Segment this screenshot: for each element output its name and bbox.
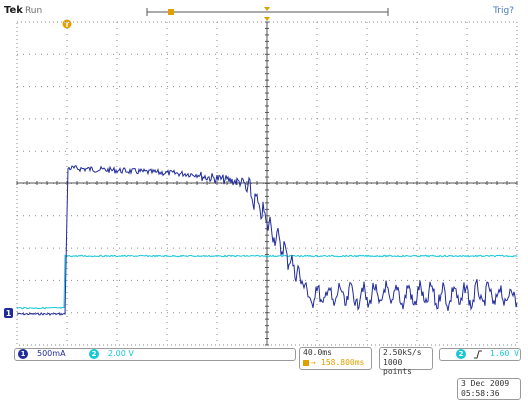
ch1-scale: 500mA [37, 349, 66, 358]
delay-value: 158.800ms [321, 358, 365, 367]
ch2-badge: 2 [89, 349, 99, 359]
delay-arrow-icon: → [311, 358, 316, 367]
record-view-trigger-icon [168, 9, 174, 15]
record-view-bar[interactable] [146, 7, 389, 16]
channel-readout[interactable]: 1 500mA 2 2.00 V [14, 348, 296, 361]
ch1-ground-label: 1 [6, 309, 12, 318]
trigger-level: 1.60 V [490, 349, 519, 358]
time: 05:58:36 [461, 389, 500, 398]
date: 3 Dec 2009 [461, 379, 510, 388]
expansion-point-icon [264, 17, 270, 21]
trigger-readout[interactable]: 2 1.60 V [439, 348, 521, 361]
trigger-source-badge: 2 [456, 349, 466, 359]
timebase-value: 40.0ms [303, 348, 332, 357]
record-length: 1000 points [383, 358, 412, 376]
acquisition-readout[interactable]: 2.50kS/s 1000 points [379, 347, 433, 376]
ch1-ground-marker[interactable]: 1 [4, 308, 13, 318]
rising-edge-icon [474, 350, 482, 359]
graticule [16, 21, 518, 346]
timebase-readout[interactable]: 40.0ms → 158.800ms [299, 347, 372, 370]
ch2-scale: 2.00 V [108, 349, 134, 358]
date-time-readout: 3 Dec 2009 05:58:36 [457, 378, 521, 400]
delay-icon [303, 360, 309, 366]
ch1-badge: 1 [18, 349, 28, 359]
trigger-position-marker[interactable]: T [62, 19, 72, 30]
sample-rate: 2.50kS/s [383, 348, 422, 357]
record-view-position-icon [264, 7, 270, 11]
